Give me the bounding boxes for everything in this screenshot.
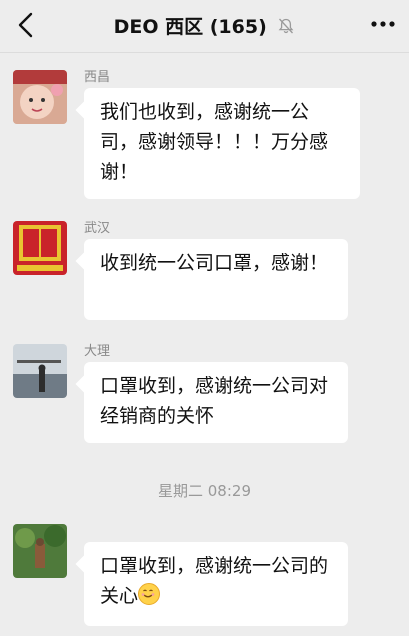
message-bubble[interactable]: 口罩收到，感谢统一公司对经销商的关怀	[84, 362, 348, 443]
message-text-content: 口罩收到，感谢统一公司的关心	[100, 555, 329, 607]
message-bubble[interactable]: 口罩收到，感谢统一公司的关心	[84, 542, 348, 626]
smile-emoji-icon	[138, 583, 161, 605]
message-text: 收到统一公司口罩，感谢！	[100, 252, 329, 274]
sender-name: 大理	[84, 344, 111, 359]
message-item: 大理 口罩收到，感谢统一公司对经销商的关怀	[0, 340, 409, 450]
chat-title: DEO 西区 (165)	[113, 16, 267, 38]
message-item: 武汉 收到统一公司口罩，感谢！	[0, 217, 409, 327]
avatar[interactable]	[13, 221, 67, 275]
avatar[interactable]	[13, 524, 67, 578]
message-text: 口罩收到，感谢统一公司对经销商的关怀	[100, 375, 329, 427]
message-bubble[interactable]: 我们也收到，感谢统一公司，感谢领导！！！万分感谢！	[84, 88, 360, 199]
avatar[interactable]	[13, 70, 67, 124]
chat-header: DEO 西区 (165)	[0, 0, 409, 53]
sender-name: 武汉	[84, 221, 111, 236]
message-bubble[interactable]: 收到统一公司口罩，感谢！	[84, 239, 348, 320]
more-dots-icon[interactable]	[369, 14, 397, 34]
message-text: 我们也收到，感谢统一公司，感谢领导！！！万分感谢！	[100, 101, 329, 183]
message-item: 西昌 我们也收到，感谢统一公司，感谢领导！！！万分感谢！	[0, 66, 409, 206]
message-text: 口罩收到，感谢统一公司的关心	[100, 551, 334, 611]
sender-name: 西昌	[84, 70, 111, 85]
message-item: 口罩收到，感谢统一公司的关心	[0, 520, 409, 630]
avatar[interactable]	[13, 344, 67, 398]
bell-muted-icon	[278, 18, 294, 33]
chat-title-wrap: DEO 西区 (165)	[0, 12, 409, 39]
timestamp: 星期二 08:29	[158, 482, 251, 500]
